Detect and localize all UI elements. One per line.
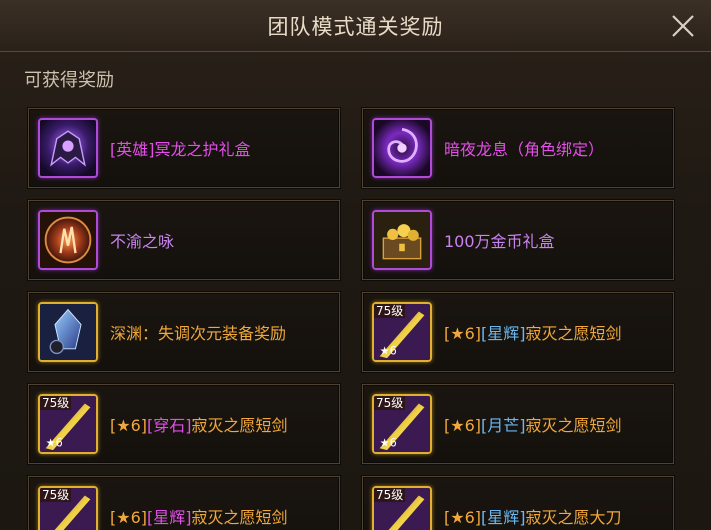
svg-text:★6: ★6: [380, 344, 397, 357]
gold-chest-icon: [372, 210, 432, 270]
reward-name: [★6][月芒]寂灭之愿短剑: [444, 416, 622, 435]
dragon-armor-box-icon: [38, 118, 98, 178]
short-sword-icon: ★6 75级: [372, 394, 432, 454]
svg-text:★6: ★6: [46, 436, 63, 449]
reward-card[interactable]: ★6 75级 [★6][月芒]寂灭之愿短剑: [362, 384, 674, 464]
section-subtitle: 可获得奖励: [24, 70, 114, 91]
reward-card[interactable]: ★6 75级 [★6][星辉]寂灭之愿短剑: [362, 292, 674, 372]
reward-name: [★6][星辉]寂灭之愿短剑: [444, 324, 622, 343]
level-badge: 75级: [374, 396, 406, 410]
window-title: 团队模式通关奖励: [267, 15, 444, 39]
reward-card[interactable]: 100万金币礼盒: [362, 200, 674, 280]
level-badge: 75级: [40, 396, 72, 410]
reward-name: [英雄]冥龙之护礼盒: [110, 140, 251, 159]
reward-panel: 团队模式通关奖励 可获得奖励 [英雄]冥龙之护礼盒 暗夜龙息（角色绑定） 不渝之…: [0, 0, 711, 530]
svg-text:★6: ★6: [380, 436, 397, 449]
reward-name: 100万金币礼盒: [444, 232, 555, 251]
short-sword-icon: ★6 75级: [38, 394, 98, 454]
reward-card[interactable]: [英雄]冥龙之护礼盒: [28, 108, 340, 188]
reward-name: 暗夜龙息（角色绑定）: [444, 140, 605, 159]
dark-vortex-icon: [372, 118, 432, 178]
reward-name: [★6][穿石]寂灭之愿短剑: [110, 416, 288, 435]
title-bar: 团队模式通关奖励: [0, 0, 711, 52]
great-sword-icon: 75级: [372, 486, 432, 530]
reward-card[interactable]: ★6 75级 [★6][穿石]寂灭之愿短剑: [28, 384, 340, 464]
level-badge: 75级: [374, 488, 406, 502]
level-badge: 75级: [374, 304, 406, 318]
reward-name: 不渝之咏: [110, 232, 175, 251]
short-sword-icon: ★6 75级: [372, 302, 432, 362]
close-button[interactable]: [669, 12, 697, 40]
reward-card[interactable]: 75级 [★6][星辉]寂灭之愿短剑: [28, 476, 340, 530]
reward-card[interactable]: 75级 [★6][星辉]寂灭之愿大刀: [362, 476, 674, 530]
reward-card[interactable]: 不渝之咏: [28, 200, 340, 280]
reward-name: 深渊：失调次元装备奖励: [110, 324, 287, 343]
reward-name: [★6][星辉]寂灭之愿短剑: [110, 508, 288, 527]
reward-card[interactable]: 深渊：失调次元装备奖励: [28, 292, 340, 372]
abyss-crystal-icon: [38, 302, 98, 362]
reward-card[interactable]: 暗夜龙息（角色绑定）: [362, 108, 674, 188]
level-badge: 75级: [40, 488, 72, 502]
flame-emblem-icon: [38, 210, 98, 270]
short-sword-icon: 75级: [38, 486, 98, 530]
reward-name: [★6][星辉]寂灭之愿大刀: [444, 508, 622, 527]
close-icon: [672, 15, 694, 37]
